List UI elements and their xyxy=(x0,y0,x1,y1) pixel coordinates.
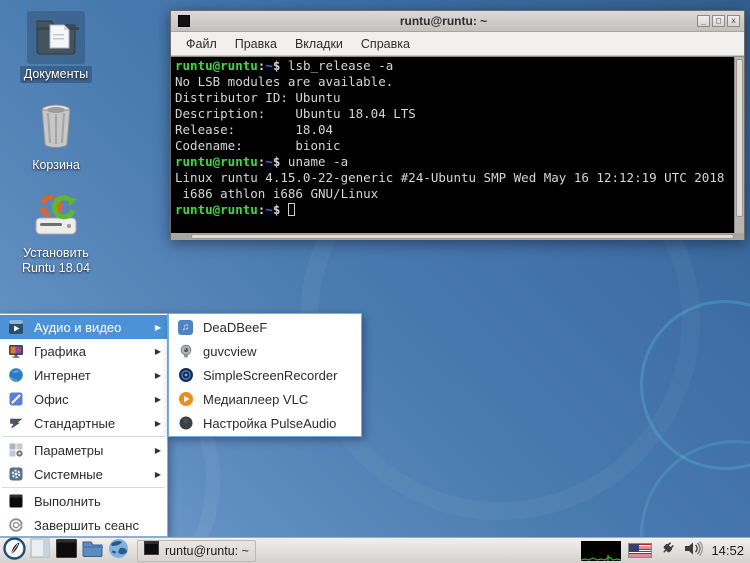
submenu-item-pulseaudio[interactable]: Настройка PulseAudio xyxy=(169,411,361,435)
task-button-terminal[interactable]: runtu@runtu: ~ xyxy=(137,539,256,562)
terminal-line: Codename: bionic xyxy=(175,138,341,153)
menu-item-settings[interactable]: Параметры ▶ xyxy=(0,438,167,462)
terminal-window-icon xyxy=(178,15,190,27)
settings-icon xyxy=(7,442,24,459)
applications-menu: Аудио и видео ▶ Графика ▶ Интернет ▶ Офи… xyxy=(0,313,168,537)
menu-file[interactable]: Файл xyxy=(177,34,226,54)
clock[interactable]: 14:52 xyxy=(711,543,744,558)
submenu-arrow-icon: ▶ xyxy=(154,322,161,332)
trash-icon xyxy=(28,100,84,155)
terminal-line: Linux runtu 4.15.0-22-generic #24-Ubuntu… xyxy=(175,170,725,185)
menu-item-graphics[interactable]: Графика ▶ xyxy=(0,339,167,363)
applications-menu-button[interactable] xyxy=(2,536,26,563)
audio-video-icon xyxy=(7,319,24,336)
runtu-menu-icon xyxy=(2,536,26,563)
system-icon xyxy=(7,466,24,483)
power-plug-icon[interactable] xyxy=(659,539,677,562)
terminal-titlebar[interactable]: runtu@runtu: ~ _ □ x xyxy=(171,11,744,32)
menu-item-audio-video[interactable]: Аудио и видео ▶ xyxy=(0,315,167,339)
menu-item-system[interactable]: Системные ▶ xyxy=(0,462,167,486)
submenu-arrow-icon: ▶ xyxy=(154,370,161,380)
internet-icon xyxy=(7,367,24,384)
menu-item-run[interactable]: Выполнить xyxy=(0,489,167,513)
window-title: runtu@runtu: ~ xyxy=(399,14,488,28)
submenu-arrow-icon: ▶ xyxy=(154,394,161,404)
submenu-arrow-icon: ▶ xyxy=(154,418,161,428)
web-browser-launcher[interactable] xyxy=(107,538,129,563)
keyboard-layout-us-flag-icon[interactable] xyxy=(628,543,653,558)
volume-icon[interactable] xyxy=(684,540,704,562)
menu-item-logout[interactable]: Завершить сеанс xyxy=(0,513,167,537)
terminal-line: No LSB modules are available. xyxy=(175,74,394,89)
menu-separator xyxy=(2,436,165,437)
folder-icon xyxy=(82,539,103,562)
audio-video-submenu: ♫ DeaDBeeF guvcview SimpleScreenRecorder… xyxy=(168,313,362,437)
terminal-line: Release: 18.04 xyxy=(175,122,334,137)
menu-item-accessories[interactable]: Стандартные ▶ xyxy=(0,411,167,435)
desktop-icon-label: Установить Runtu 18.04 xyxy=(21,246,91,275)
terminal-line: runtu@runtu:~$ lsb_release -a xyxy=(175,58,394,73)
desktop-icon-install-runtu[interactable]: Установить Runtu 18.04 xyxy=(6,190,106,277)
menu-help[interactable]: Справка xyxy=(352,34,419,54)
terminal-menubar: Файл Правка Вкладки Справка xyxy=(171,32,744,56)
background-swirl xyxy=(640,300,750,470)
terminal-launcher[interactable] xyxy=(55,538,77,563)
desktop-icon-trash[interactable]: Корзина xyxy=(6,100,106,174)
graphics-icon xyxy=(7,343,24,360)
submenu-item-deadbeef[interactable]: ♫ DeaDBeeF xyxy=(169,315,361,339)
terminal-content[interactable]: runtu@runtu:~$ lsb_release -a No LSB mod… xyxy=(171,57,734,233)
office-icon xyxy=(7,391,24,408)
desktop-icon-documents[interactable]: Документы xyxy=(6,11,106,83)
submenu-arrow-icon: ▶ xyxy=(154,469,161,479)
globe-icon xyxy=(108,538,129,563)
submenu-item-simplescreenrecorder[interactable]: SimpleScreenRecorder xyxy=(169,363,361,387)
desktop-icon-label: Документы xyxy=(19,66,93,83)
screen-recorder-icon xyxy=(177,367,194,384)
terminal-line: runtu@runtu:~$ uname -a xyxy=(175,154,349,169)
submenu-item-guvcview[interactable]: guvcview xyxy=(169,339,361,363)
vertical-scrollbar[interactable] xyxy=(734,57,744,233)
submenu-arrow-icon: ▶ xyxy=(154,346,161,356)
menu-item-internet[interactable]: Интернет ▶ xyxy=(0,363,167,387)
menu-separator xyxy=(2,487,165,488)
task-button-label: runtu@runtu: ~ xyxy=(165,543,249,558)
minimize-button[interactable]: _ xyxy=(697,15,710,27)
terminal-line: i686 athlon i686 GNU/Linux xyxy=(175,186,379,201)
run-icon xyxy=(7,493,24,510)
logout-icon xyxy=(7,517,24,534)
terminal-line: Distributor ID: Ubuntu xyxy=(175,90,341,105)
vlc-icon xyxy=(177,391,194,408)
folder-documents-icon xyxy=(27,11,85,64)
deadbeef-icon: ♫ xyxy=(177,319,194,336)
system-monitor-applet[interactable] xyxy=(581,540,622,561)
desktop: Документы Корзина Установить Runtu 18.04… xyxy=(0,0,750,563)
menu-item-office[interactable]: Офис ▶ xyxy=(0,387,167,411)
terminal-line: Description: Ubuntu 18.04 LTS xyxy=(175,106,416,121)
submenu-item-vlc[interactable]: Медиаплеер VLC xyxy=(169,387,361,411)
taskbar: runtu@runtu: ~ 14:52 xyxy=(0,536,750,563)
webcam-icon xyxy=(177,343,194,360)
terminal-task-icon xyxy=(144,541,159,560)
terminal-cursor xyxy=(287,203,295,216)
terminal-icon xyxy=(55,538,77,563)
cpu-graph-icon xyxy=(581,554,622,561)
accessories-icon xyxy=(7,415,24,432)
file-manager-launcher[interactable] xyxy=(81,540,103,562)
close-button[interactable]: x xyxy=(727,15,740,27)
show-desktop-button[interactable] xyxy=(29,538,51,563)
scrollbar-thumb[interactable] xyxy=(191,234,734,239)
desktop-icon-label: Корзина xyxy=(32,158,80,172)
horizontal-scrollbar[interactable] xyxy=(171,233,744,240)
scrollbar-thumb[interactable] xyxy=(736,59,743,218)
menu-edit[interactable]: Правка xyxy=(226,34,286,54)
maximize-button[interactable]: □ xyxy=(712,15,725,27)
terminal-window: runtu@runtu: ~ _ □ x Файл Правка Вкладки… xyxy=(170,10,745,240)
install-runtu-icon xyxy=(27,190,85,243)
menu-tabs[interactable]: Вкладки xyxy=(286,34,352,54)
terminal-line: runtu@runtu:~$ xyxy=(175,202,734,218)
pulseaudio-icon xyxy=(177,415,194,432)
submenu-arrow-icon: ▶ xyxy=(154,445,161,455)
show-desktop-icon xyxy=(30,538,50,563)
